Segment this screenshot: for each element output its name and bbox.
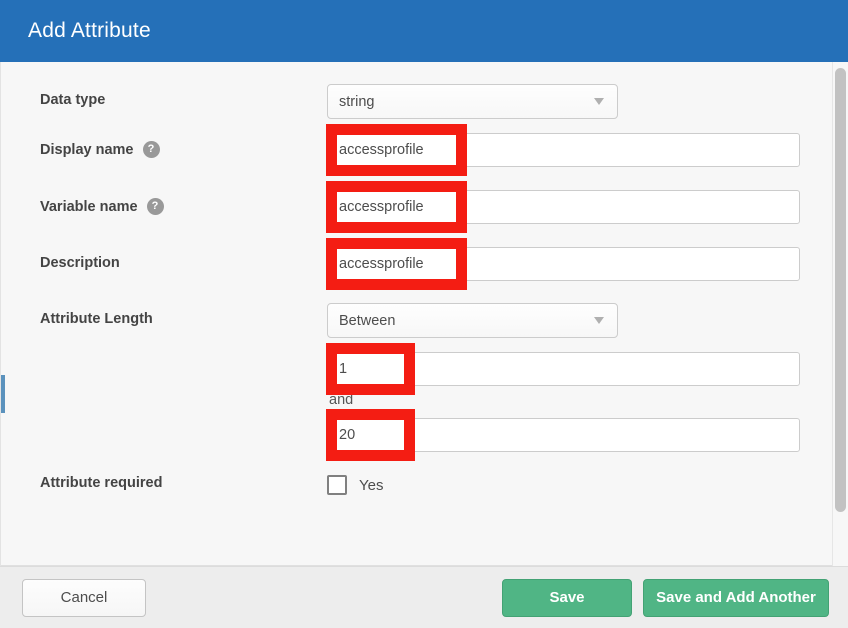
label-variable-name: Variable name ? — [40, 190, 327, 215]
length-min-input[interactable] — [327, 352, 800, 386]
data-type-select-value: string — [339, 94, 374, 110]
body-scrollbar-track[interactable] — [832, 62, 848, 566]
help-icon-display-name[interactable]: ? — [143, 141, 160, 158]
form-row-data-type: Data type string — [1, 62, 848, 119]
attribute-length-select-wrap: Between — [327, 303, 618, 338]
dialog-footer: Cancel Save Save and Add Another — [0, 566, 848, 628]
save-button[interactable]: Save — [502, 579, 632, 617]
description-input[interactable] — [327, 247, 800, 281]
variable-name-input[interactable] — [327, 190, 800, 224]
form-row-variable-name: Variable name ? — [1, 176, 848, 233]
attribute-length-select[interactable]: Between — [327, 303, 618, 338]
body-bottom-divider — [1, 565, 848, 566]
label-attribute-required: Attribute required — [40, 475, 327, 491]
label-description: Description — [40, 247, 327, 271]
form-row-display-name: Display name ? — [1, 119, 848, 176]
add-attribute-dialog: Add Attribute Data type string Display n… — [0, 0, 848, 628]
form-row-description: Description — [1, 233, 848, 290]
form-row-attribute-required: Attribute required Yes — [1, 456, 848, 502]
attribute-required-checkbox[interactable] — [327, 475, 347, 495]
help-icon-variable-name[interactable]: ? — [147, 198, 164, 215]
body-scrollbar-thumb[interactable] — [835, 68, 846, 512]
form-row-length-max — [1, 416, 848, 456]
data-type-select[interactable]: string — [327, 84, 618, 119]
dialog-header: Add Attribute — [0, 0, 848, 62]
save-and-add-another-button[interactable]: Save and Add Another — [643, 579, 829, 617]
cancel-button[interactable]: Cancel — [22, 579, 146, 617]
form-row-length-min — [1, 346, 848, 386]
range-and-label: and — [327, 392, 353, 408]
label-display-name: Display name ? — [40, 133, 327, 158]
form-row-attribute-length: Attribute Length Between — [1, 290, 848, 346]
data-type-select-wrap: string — [327, 84, 618, 119]
dialog-title: Add Attribute — [28, 19, 151, 43]
dialog-body: Data type string Display name ? — [0, 62, 848, 566]
display-name-input[interactable] — [327, 133, 800, 167]
label-attribute-length: Attribute Length — [40, 303, 327, 327]
length-max-input[interactable] — [327, 418, 800, 452]
attribute-required-checkbox-label: Yes — [359, 477, 383, 494]
label-data-type: Data type — [40, 84, 327, 108]
form-row-and: and — [1, 386, 848, 416]
attribute-length-select-value: Between — [339, 313, 395, 329]
attribute-required-checkbox-row: Yes — [327, 475, 848, 495]
